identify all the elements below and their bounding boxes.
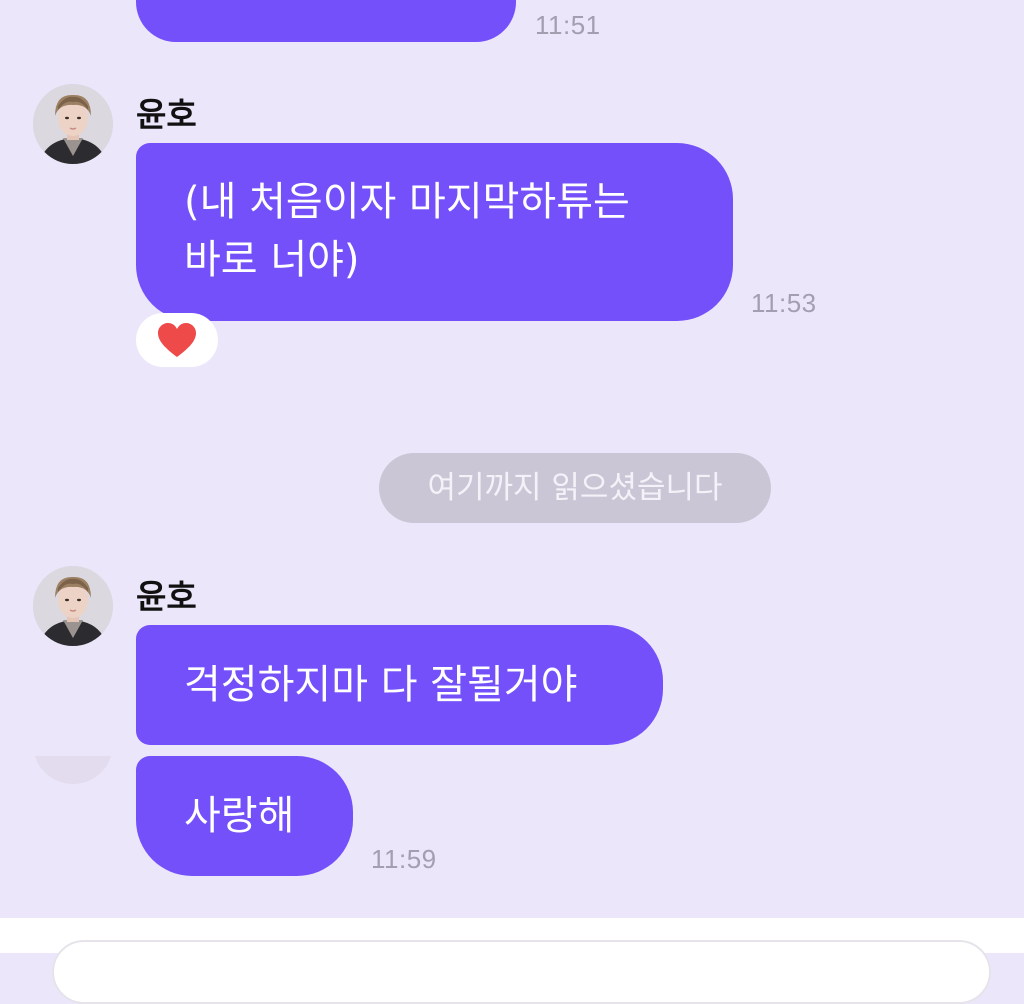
heart-icon bbox=[158, 323, 196, 357]
message-bubble[interactable]: (내 처음이자 마지막하튜는 바로 너야) bbox=[136, 143, 733, 321]
input-area bbox=[0, 918, 1024, 1004]
chat-area: 11:51 윤호 (내 처음이자 마지막하튜는 바로 너야) 11:53 여기까… bbox=[0, 0, 1024, 918]
message-bubble[interactable]: 사랑해 bbox=[136, 756, 353, 876]
read-marker: 여기까지 읽으셨습니다 bbox=[379, 453, 771, 523]
avatar[interactable] bbox=[33, 84, 113, 164]
message-time: 11:51 bbox=[535, 10, 601, 40]
message-text-line: (내 처음이자 마지막하튜는 bbox=[184, 179, 630, 225]
message-time: 11:53 bbox=[751, 288, 817, 318]
message-text-line: 바로 너야) bbox=[184, 237, 360, 283]
message-bubble-cropped[interactable] bbox=[136, 0, 516, 42]
avatar-placeholder-mask bbox=[20, 700, 130, 756]
profile-photo-icon bbox=[33, 84, 113, 164]
sender-name: 윤호 bbox=[136, 95, 197, 134]
avatar[interactable] bbox=[33, 566, 113, 646]
message-text: 걱정하지마 다 잘될거야 bbox=[184, 662, 578, 708]
message-time: 11:59 bbox=[371, 844, 437, 874]
message-text: 사랑해 bbox=[184, 793, 295, 839]
reaction-badge[interactable] bbox=[136, 313, 218, 367]
profile-photo-icon bbox=[33, 566, 113, 646]
message-input[interactable] bbox=[52, 940, 991, 1004]
sender-name: 윤호 bbox=[136, 577, 197, 616]
message-bubble[interactable]: 걱정하지마 다 잘될거야 bbox=[136, 625, 663, 745]
